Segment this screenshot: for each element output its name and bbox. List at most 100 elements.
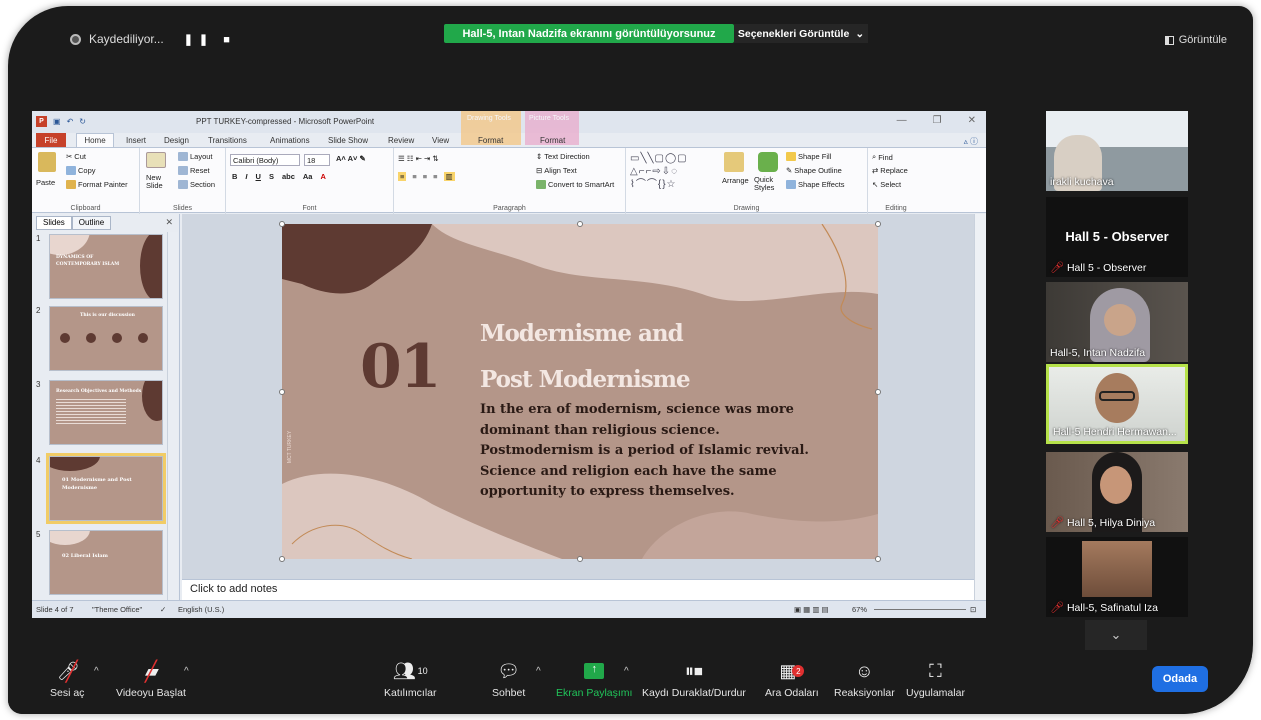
resize-handle[interactable] bbox=[279, 556, 285, 562]
tab-format-drawing[interactable]: Format bbox=[478, 136, 503, 145]
redo-icon[interactable]: ↻ bbox=[79, 117, 86, 126]
share-screen-button[interactable]: ↑ Ekran Paylaşımı bbox=[556, 656, 632, 699]
shape-outline-button[interactable]: ✎ Shape Outline bbox=[786, 166, 842, 175]
tab-home[interactable]: Home bbox=[76, 133, 114, 147]
tab-format-picture[interactable]: Format bbox=[540, 136, 565, 145]
new-slide-icon[interactable] bbox=[146, 152, 166, 168]
participant-tile-active[interactable]: Hall-5 Hendri Hermawan... bbox=[1046, 364, 1188, 444]
section-button[interactable]: Section bbox=[178, 180, 215, 189]
spacing-icon[interactable]: abc bbox=[282, 172, 295, 181]
reset-button[interactable]: Reset bbox=[178, 166, 210, 175]
undo-icon[interactable]: ↶ bbox=[67, 117, 74, 126]
italic-icon[interactable]: I bbox=[245, 172, 247, 181]
resize-handle[interactable] bbox=[279, 221, 285, 227]
close-icon[interactable]: ✕ bbox=[968, 115, 976, 126]
column-icon[interactable]: ▥ bbox=[443, 172, 455, 181]
minimize-icon[interactable]: — bbox=[897, 115, 907, 126]
font-name-select[interactable]: Calibri (Body) bbox=[230, 154, 300, 166]
quick-styles-icon[interactable] bbox=[758, 152, 778, 172]
participant-tile[interactable]: 🎤︎ Hall-5, Safinatul Iza bbox=[1046, 537, 1188, 617]
align-icons[interactable]: ≡ ≡ ≡ ≡ ▥ bbox=[398, 172, 455, 181]
resize-handle[interactable] bbox=[577, 221, 583, 227]
arrange-button[interactable]: Arrange bbox=[722, 176, 749, 185]
shape-effects-button[interactable]: Shape Effects bbox=[786, 180, 845, 189]
align-right-icon[interactable]: ≡ bbox=[423, 172, 427, 181]
unmute-button[interactable]: 🎤︎ ╱ Sesi aç bbox=[50, 656, 84, 700]
spellcheck-icon[interactable]: ✓ bbox=[160, 605, 166, 614]
resize-handle[interactable] bbox=[577, 556, 583, 562]
slide-thumb-1[interactable]: DYNAMICS OF CONTEMPORARY ISLAM bbox=[49, 234, 163, 299]
breakout-rooms-button[interactable]: ▦ 2 Ara Odaları bbox=[765, 656, 819, 700]
resize-handle[interactable] bbox=[279, 389, 285, 395]
tab-insert[interactable]: Insert bbox=[126, 136, 146, 145]
format-painter-button[interactable]: Format Painter bbox=[66, 180, 128, 189]
chat-caret-icon[interactable]: ^ bbox=[536, 666, 541, 677]
odada-button[interactable]: Odada bbox=[1152, 666, 1208, 692]
tab-transitions[interactable]: Transitions bbox=[208, 136, 247, 145]
grow-shrink-font-icons[interactable]: A˄ A˅ ✎ bbox=[336, 154, 366, 163]
list-icons[interactable]: ☰ ☷ ⇤ ⇥ ⇅ bbox=[398, 154, 439, 163]
underline-icon[interactable]: U bbox=[256, 172, 261, 181]
participant-tile[interactable]: irakli kuchava bbox=[1046, 111, 1188, 191]
justify-icon[interactable]: ≡ bbox=[433, 172, 437, 181]
pause-recording-button[interactable]: ⏸︎⏹︎ Kaydı Duraklat/Durdur bbox=[642, 656, 746, 700]
view-options-button[interactable]: Seçenekleri Görüntüle ⌄ bbox=[734, 24, 868, 43]
bold-icon[interactable]: B bbox=[232, 172, 237, 181]
chat-button[interactable]: 💬︎ Sohbet bbox=[492, 656, 525, 700]
font-size-select[interactable]: 18 bbox=[304, 154, 330, 166]
slide-thumb-5[interactable]: 02 Liberal Islam bbox=[49, 530, 163, 595]
font-format-buttons[interactable]: B I U Sabc Aa A bbox=[232, 172, 326, 181]
slides-pane-scrollbar[interactable] bbox=[167, 232, 178, 600]
pane-close-icon[interactable]: ✕ bbox=[165, 217, 173, 228]
change-case-icon[interactable]: Aa bbox=[303, 172, 313, 181]
resize-handle[interactable] bbox=[875, 389, 881, 395]
share-caret-icon[interactable]: ^ bbox=[624, 666, 629, 677]
slide-thumb-4[interactable]: 01 Modernisme and Post Modernisme bbox=[46, 453, 166, 524]
audio-options-caret-icon[interactable]: ^ bbox=[94, 666, 99, 677]
copy-button[interactable]: Copy bbox=[66, 166, 96, 175]
help-icon[interactable]: ▵ ⓘ bbox=[964, 136, 978, 147]
text-direction-button[interactable]: ⇕ Text Direction bbox=[536, 152, 590, 161]
tab-review[interactable]: Review bbox=[388, 136, 414, 145]
paste-button[interactable]: Paste bbox=[36, 178, 55, 187]
start-video-button[interactable]: ▰ ╱ Videoyu Başlat bbox=[116, 656, 186, 700]
view-mode-icons[interactable]: ▣ ▦ ▥ ▤ bbox=[794, 605, 829, 614]
save-icon[interactable]: ▣ bbox=[53, 117, 61, 126]
tab-design[interactable]: Design bbox=[164, 136, 189, 145]
layout-button[interactable]: Layout bbox=[178, 152, 213, 161]
align-left-icon[interactable]: ≡ bbox=[398, 172, 407, 181]
shapes-gallery[interactable]: ▭╲╲▢◯▢ △⌐⌐⇨⇩◌ ⌇⌒⌒{}☆ bbox=[630, 152, 718, 191]
participant-tile-observer[interactable]: Hall 5 - Observer 🎤︎ Hall 5 - Observer bbox=[1046, 197, 1188, 277]
pane-tab-slides[interactable]: Slides bbox=[36, 216, 72, 230]
align-center-icon[interactable]: ≡ bbox=[412, 172, 416, 181]
tab-animations[interactable]: Animations bbox=[270, 136, 310, 145]
participant-tile[interactable]: 🎤︎ Hall 5, Hilya Diniya bbox=[1046, 452, 1188, 532]
video-options-caret-icon[interactable]: ^ bbox=[184, 666, 189, 677]
reactions-button[interactable]: ☺ Reaksiyonlar bbox=[834, 656, 895, 700]
slide-thumb-2[interactable]: This is our discussion bbox=[49, 306, 163, 371]
pane-tab-outline[interactable]: Outline bbox=[71, 216, 112, 230]
slide-thumb-3[interactable]: Research Objectives and Methods bbox=[49, 380, 163, 445]
arrange-icon[interactable] bbox=[724, 152, 744, 172]
participant-tile[interactable]: Hall-5, Intan Nadzifa bbox=[1046, 282, 1188, 362]
restore-icon[interactable]: ❐ bbox=[933, 115, 942, 126]
pause-stop-icons[interactable]: ❚❚ ■ bbox=[184, 33, 236, 46]
font-color-icon[interactable]: A bbox=[320, 172, 325, 181]
resize-handle[interactable] bbox=[875, 221, 881, 227]
paste-icon[interactable] bbox=[38, 152, 56, 172]
zoom-slider[interactable] bbox=[874, 609, 966, 610]
strike-icon[interactable]: S bbox=[269, 172, 274, 181]
tab-view[interactable]: View bbox=[432, 136, 449, 145]
notes-pane[interactable]: Click to add notes bbox=[182, 579, 974, 600]
resize-handle[interactable] bbox=[875, 556, 881, 562]
slide-scrollbar[interactable] bbox=[974, 214, 986, 600]
convert-smartart-button[interactable]: Convert to SmartArt bbox=[536, 180, 614, 189]
find-button[interactable]: ⌕ Find bbox=[872, 152, 893, 162]
quick-styles-button[interactable]: Quick Styles bbox=[754, 175, 782, 193]
fit-slide-icon[interactable]: ⊡ bbox=[970, 605, 976, 614]
apps-button[interactable]: ⛶ Uygulamalar bbox=[906, 656, 965, 700]
replace-button[interactable]: ⇄ Replace bbox=[872, 166, 908, 175]
view-button[interactable]: Görüntüle bbox=[1164, 34, 1227, 46]
shape-fill-button[interactable]: Shape Fill bbox=[786, 152, 831, 161]
tab-file[interactable]: File bbox=[36, 133, 66, 147]
